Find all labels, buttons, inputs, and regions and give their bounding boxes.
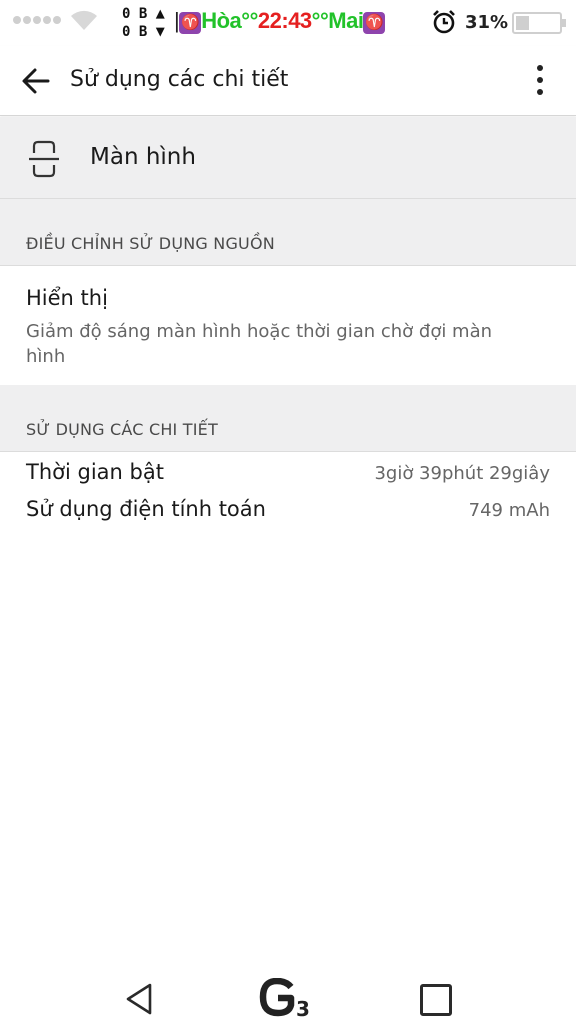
status-clock: 22:43: [257, 8, 312, 33]
more-vertical-icon[interactable]: [526, 60, 554, 100]
alarm-clock-icon: [433, 10, 455, 34]
detail-row: Thời gian bật 3giờ 39phút 29giây: [0, 456, 576, 492]
battery-level: [516, 16, 529, 30]
signal-strength-icon: [13, 16, 61, 24]
carrier-clock: | ♈Hòa°°22:43°°Mai ♈: [174, 8, 386, 34]
arrow-left-icon[interactable]: [18, 63, 54, 99]
nav-back-triangle-icon[interactable]: [124, 982, 154, 1016]
navigation-bar: 3: [0, 960, 576, 1024]
aries-icon: ♈: [179, 12, 202, 34]
section-title-details: SỬ DỤNG CÁC CHI TIẾT: [26, 420, 218, 439]
detail-row: Sử dụng điện tính toán 749 mAh: [0, 493, 576, 529]
section-header-adjust: ĐIỀU CHỈNH SỬ DỤNG NGUỒN: [0, 199, 576, 266]
upload-traffic: 0 B: [122, 6, 148, 22]
download-traffic: 0 B: [122, 24, 148, 40]
carrier-right: °°Mai: [311, 8, 364, 33]
display-setting-description: Giảm độ sáng màn hình hoặc thời gian chờ…: [26, 321, 493, 367]
component-header: Màn hình: [0, 117, 576, 199]
section-header-details: SỬ DỤNG CÁC CHI TIẾT: [0, 385, 576, 452]
g3-home-icon[interactable]: 3: [258, 978, 320, 1018]
detail-label-power-use: Sử dụng điện tính toán: [26, 497, 266, 521]
download-arrow-icon: ▼: [155, 22, 165, 40]
detail-value-on-time: 3giờ 39phút 29giây: [374, 463, 550, 484]
wifi-icon: [71, 10, 97, 30]
recents-square-icon[interactable]: [420, 984, 452, 1016]
svg-text:3: 3: [296, 997, 310, 1018]
battery-icon: [512, 12, 566, 34]
detail-label-on-time: Thời gian bật: [26, 460, 164, 484]
detail-value-power-use: 749 mAh: [468, 500, 550, 521]
display-setting-item[interactable]: Hiển thị Giảm độ sáng màn hình hoặc thời…: [0, 266, 576, 385]
network-traffic: 0 B ▲ 0 B ▼: [122, 5, 165, 41]
upload-arrow-icon: ▲: [155, 4, 165, 22]
section-title-adjust: ĐIỀU CHỈNH SỬ DỤNG NGUỒN: [26, 234, 275, 253]
app-bar: Sử dụng các chi tiết: [0, 46, 576, 116]
display-setting-title: Hiển thị: [26, 286, 108, 310]
aries-icon: ♈: [363, 12, 386, 34]
screen-icon: [29, 140, 59, 178]
status-bar: 0 B ▲ 0 B ▼ | ♈Hòa°°22:43°°Mai ♈ 31%: [0, 0, 576, 46]
battery-percent: 31%: [465, 12, 509, 33]
carrier-left: Hòa°°: [201, 8, 258, 33]
page-title: Sử dụng các chi tiết: [70, 67, 289, 92]
component-label: Màn hình: [90, 144, 196, 170]
